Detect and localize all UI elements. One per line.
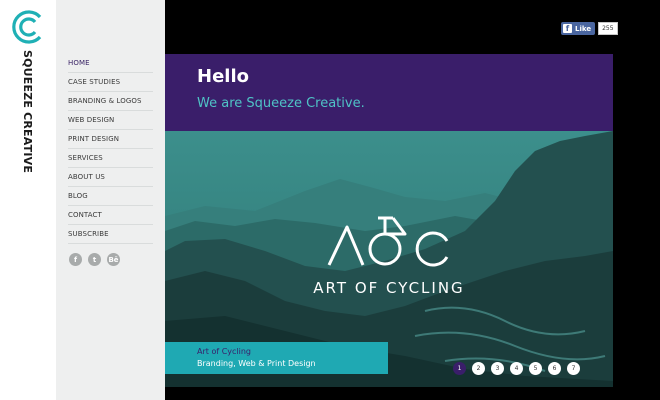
page-dot-7[interactable]: 7	[567, 362, 580, 375]
social-links: f t Bē	[69, 253, 120, 266]
slide-pager: 1234567	[453, 362, 580, 375]
page-dot-6[interactable]: 6	[548, 362, 561, 375]
slide-caption[interactable]: Art of Cycling Branding, Web & Print Des…	[165, 342, 388, 374]
aoc-logo-mark	[327, 216, 449, 267]
caption-subtitle: Branding, Web & Print Design	[197, 359, 316, 368]
facebook-icon: f	[563, 24, 572, 33]
nav-item-subscribe[interactable]: SUBSCRIBE	[68, 225, 153, 244]
brand-name: SQUEEZE CREATIVE	[21, 49, 35, 173]
nav-item-print-design[interactable]: PRINT DESIGN	[68, 130, 153, 149]
facebook-like-button[interactable]: f Like	[561, 22, 596, 35]
page-dot-2[interactable]: 2	[472, 362, 485, 375]
nav-menu: HOME CASE STUDIES BRANDING & LOGOS WEB DESI…	[68, 54, 153, 244]
nav-item-services[interactable]: SERVICES	[68, 149, 153, 168]
sidebar-nav: HOME CASE STUDIES BRANDING & LOGOS WEB DESI…	[56, 0, 165, 400]
caption-title: Art of Cycling	[197, 347, 252, 356]
main-content: f Like 255 Hello We are Squeeze Creative…	[165, 0, 660, 400]
page-dot-3[interactable]: 3	[491, 362, 504, 375]
page-dot-1[interactable]: 1	[453, 362, 466, 375]
nav-item-contact[interactable]: CONTACT	[68, 206, 153, 225]
nav-item-branding-logos[interactable]: BRANDING & LOGOS	[68, 92, 153, 111]
nav-item-case-studies[interactable]: CASE STUDIES	[68, 73, 153, 92]
facebook-like-widget[interactable]: f Like 255	[561, 22, 618, 35]
nav-item-home[interactable]: HOME	[68, 54, 153, 73]
squeeze-logo-icon[interactable]	[9, 8, 47, 46]
hello-banner: Hello We are Squeeze Creative.	[165, 54, 613, 131]
nav-item-blog[interactable]: BLOG	[68, 187, 153, 206]
like-label: Like	[575, 24, 592, 33]
hero-title: ART OF CYCLING	[313, 279, 465, 297]
facebook-icon[interactable]: f	[69, 253, 82, 266]
nav-item-about-us[interactable]: ABOUT US	[68, 168, 153, 187]
page-dot-4[interactable]: 4	[510, 362, 523, 375]
twitter-icon[interactable]: t	[88, 253, 101, 266]
behance-icon[interactable]: Bē	[107, 253, 120, 266]
hello-subtitle: We are Squeeze Creative.	[197, 96, 365, 111]
page-dot-5[interactable]: 5	[529, 362, 542, 375]
brand-column: SQUEEZE CREATIVE	[0, 0, 56, 400]
hero-slide[interactable]: ART OF CYCLING Art of Cycling Branding, …	[165, 131, 613, 387]
hello-title: Hello	[197, 66, 249, 87]
like-count: 255	[598, 22, 618, 35]
nav-item-web-design[interactable]: WEB DESIGN	[68, 111, 153, 130]
